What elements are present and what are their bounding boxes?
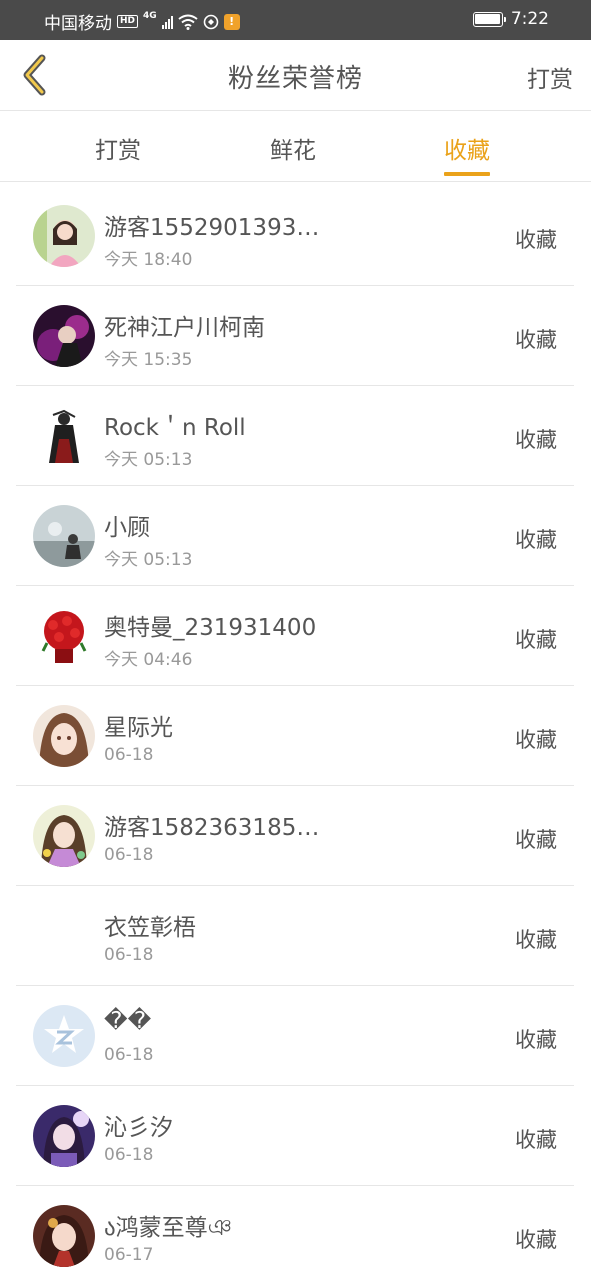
battery-icon — [472, 11, 506, 27]
fan-action-label: 收藏 — [515, 1028, 557, 1052]
fan-time: 今天 05:13 — [104, 550, 193, 570]
list-item[interactable]: 游客1552901393… 今天 18:40 收藏 — [0, 186, 591, 286]
fan-list: 游客1552901393… 今天 18:40 收藏 死神江户川柯南 今天 15:… — [0, 186, 591, 1280]
network-type: 4G — [143, 10, 157, 21]
fan-name: ა鸿蒙至尊ঞ — [104, 1215, 232, 1241]
list-item[interactable]: 死神江户川柯南 今天 15:35 收藏 — [0, 286, 591, 386]
fan-time: 06-18 — [104, 1145, 154, 1165]
fan-action-label: 收藏 — [515, 1228, 557, 1252]
fan-name: Rock＇n Roll — [104, 415, 246, 441]
tab-bar: 打赏 鲜花 收藏 — [0, 111, 591, 182]
tab-favorites[interactable]: 收藏 — [444, 131, 490, 176]
signal-icon — [161, 15, 173, 29]
list-item[interactable]: Rock＇n Roll 今天 05:13 收藏 — [0, 386, 591, 486]
fan-time: 今天 18:40 — [104, 250, 193, 270]
tab-reward[interactable]: 打赏 — [95, 131, 141, 165]
tab-active-indicator — [444, 172, 490, 176]
avatar[interactable] — [33, 205, 95, 267]
status-time: 7:22 — [510, 9, 549, 29]
list-item[interactable]: 奥特曼_231931400 今天 04:46 收藏 — [0, 586, 591, 686]
avatar[interactable] — [33, 705, 95, 767]
fan-action-label: 收藏 — [515, 828, 557, 852]
fan-action-label: 收藏 — [515, 528, 557, 552]
list-item[interactable]: 衣笠彰梧 06-18 收藏 — [0, 886, 591, 986]
fan-name: 游客1552901393… — [104, 215, 320, 241]
notification-badge-icon: ! — [223, 13, 240, 30]
fan-name: 衣笠彰梧 — [104, 915, 196, 941]
tab-flowers-label: 鲜花 — [270, 138, 316, 164]
avatar[interactable] — [33, 405, 95, 467]
fan-time: 今天 15:35 — [104, 350, 193, 370]
avatar[interactable] — [33, 805, 95, 867]
fan-time: 06-17 — [104, 1245, 154, 1265]
fan-time: 今天 04:46 — [104, 650, 193, 670]
avatar[interactable] — [33, 305, 95, 367]
fan-action-label: 收藏 — [515, 728, 557, 752]
top-app-bar: 粉丝荣誉榜 打赏 — [0, 40, 591, 111]
list-item[interactable]: 小顾 今天 05:13 收藏 — [0, 486, 591, 586]
fan-name: 小顾 — [104, 515, 150, 541]
list-item[interactable]: ა鸿蒙至尊ঞ 06-17 收藏 — [0, 1186, 591, 1280]
fan-name: 沁彡汐 — [104, 1115, 173, 1141]
fan-name: 奥特曼_231931400 — [104, 615, 317, 641]
status-bar: 中国移动 HD 4G ! 7:22 — [0, 0, 591, 40]
wifi-icon — [178, 14, 198, 30]
avatar[interactable] — [33, 505, 95, 567]
avatar[interactable] — [33, 905, 95, 967]
avatar[interactable] — [33, 1005, 95, 1067]
fan-action-label: 收藏 — [515, 928, 557, 952]
fan-time: 今天 05:13 — [104, 450, 193, 470]
list-item[interactable]: �� 06-18 收藏 — [0, 986, 591, 1086]
hd-badge: HD — [117, 15, 139, 28]
carrier-label: 中国移动 — [44, 14, 112, 34]
tab-reward-label: 打赏 — [95, 138, 141, 164]
fan-action-label: 收藏 — [515, 428, 557, 452]
avatar[interactable] — [33, 1105, 95, 1167]
list-item[interactable]: 沁彡汐 06-18 收藏 — [0, 1086, 591, 1186]
fan-name: 游客1582363185… — [104, 815, 320, 841]
fan-action-label: 收藏 — [515, 628, 557, 652]
avatar[interactable] — [33, 605, 95, 667]
list-item[interactable]: 游客1582363185… 06-18 收藏 — [0, 786, 591, 886]
tab-flowers[interactable]: 鲜花 — [270, 131, 316, 165]
fan-action-label: 收藏 — [515, 1128, 557, 1152]
fan-name: 星际光 — [104, 715, 173, 741]
avatar[interactable] — [33, 1205, 95, 1267]
fan-time: 06-18 — [104, 1045, 154, 1065]
fan-time: 06-18 — [104, 745, 154, 765]
fan-time: 06-18 — [104, 945, 154, 965]
list-item[interactable]: 星际光 06-18 收藏 — [0, 686, 591, 786]
fan-name: 死神江户川柯南 — [104, 315, 265, 341]
page-title: 粉丝荣誉榜 — [227, 64, 363, 94]
fan-action-label: 收藏 — [515, 228, 557, 252]
tab-favorites-label: 收藏 — [444, 138, 490, 164]
reward-button[interactable]: 打赏 — [527, 60, 573, 94]
fan-action-label: 收藏 — [515, 328, 557, 352]
sync-icon — [203, 14, 218, 29]
fan-time: 06-18 — [104, 845, 154, 865]
fan-name: �� — [104, 1008, 152, 1034]
